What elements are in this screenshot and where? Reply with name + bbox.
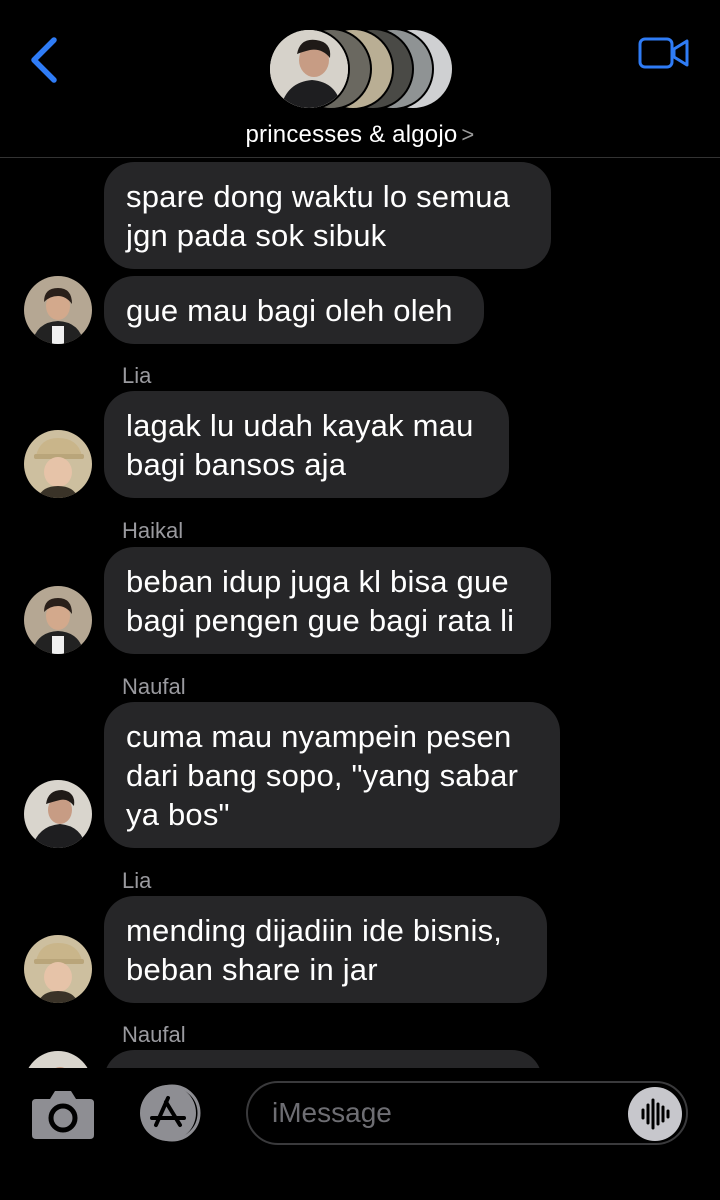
- message-thread[interactable]: spare dong waktu lo semua jgn pada sok s…: [0, 158, 720, 1068]
- message-text-line: bagi pengen gue bagi rata li: [126, 603, 515, 638]
- sender-avatar[interactable]: [24, 276, 92, 344]
- sender-avatar[interactable]: [24, 935, 92, 1003]
- message-text-line: beban share in jar: [126, 952, 378, 987]
- facetime-video-button[interactable]: [638, 36, 690, 70]
- message-text-line: bagi bansos aja: [126, 447, 347, 482]
- app-store-icon: [140, 1084, 201, 1142]
- sender-name: Lia: [122, 363, 152, 388]
- group-name-label: princesses & algojo: [245, 121, 458, 148]
- audio-message-button[interactable]: [628, 1087, 682, 1141]
- composer-bar: [0, 1068, 720, 1200]
- video-camera-icon: [638, 37, 689, 69]
- group-avatar-stack[interactable]: [268, 28, 458, 112]
- person-photo-icon: [24, 780, 92, 848]
- camera-icon: [32, 1091, 94, 1139]
- group-name-title[interactable]: princesses & algojo >: [0, 121, 720, 149]
- message-bubble[interactable]: beban idup juga kl bisa gue bagi pengen …: [104, 547, 551, 654]
- group-member-avatar: [268, 28, 350, 110]
- message-bubble[interactable]: gue mau bagi oleh oleh: [104, 276, 484, 344]
- sender-avatar[interactable]: [24, 430, 92, 498]
- message-text-line: lagak lu udah kayak mau: [126, 408, 474, 443]
- person-photo-icon: [24, 276, 92, 344]
- imessage-input[interactable]: [246, 1081, 688, 1145]
- message-text-line: gue mau bagi oleh oleh: [126, 293, 453, 328]
- person-photo-icon: [24, 1051, 92, 1068]
- message-text-line: mending dijadiin ide bisnis,: [126, 913, 503, 948]
- message-text-line: cuma mau nyampein pesen: [126, 719, 512, 754]
- message-text-line: jgn pada sok sibuk: [126, 218, 387, 253]
- chevron-right-icon: >: [461, 122, 475, 147]
- message-bubble[interactable]: mending dijadiin ide bisnis, beban share…: [104, 896, 547, 1003]
- back-chevron-icon: [31, 37, 57, 83]
- person-photo-icon: [24, 935, 92, 1003]
- sender-avatar[interactable]: [24, 780, 92, 848]
- person-photo-icon: [24, 430, 92, 498]
- message-text-line: beban idup juga kl bisa gue: [126, 564, 509, 599]
- app-store-button[interactable]: [135, 1084, 209, 1142]
- message-bubble[interactable]: lagak lu udah kayak mau bagi bansos aja: [104, 391, 509, 498]
- message-bubble[interactable]: cuma mau nyampein pesen dari bang sopo, …: [104, 702, 560, 848]
- sender-name: Haikal: [122, 518, 184, 543]
- sender-name: Naufal: [122, 674, 186, 699]
- sender-avatar[interactable]: [24, 1051, 92, 1068]
- message-text-line: dari bang sopo, "yang sabar: [126, 758, 519, 793]
- message-text-line: ya bos": [126, 797, 230, 832]
- message-bubble[interactable]: spare dong waktu lo semua jgn pada sok s…: [104, 162, 551, 269]
- sender-avatar[interactable]: [24, 586, 92, 654]
- sender-name: Lia: [122, 868, 152, 893]
- camera-button[interactable]: [30, 1085, 96, 1141]
- message-bubble[interactable]: [104, 1050, 542, 1068]
- audio-waveform-icon: [641, 1098, 670, 1130]
- conversation-header: princesses & algojo >: [0, 0, 720, 158]
- back-button[interactable]: [26, 34, 66, 86]
- message-text-line: spare dong waktu lo semua: [126, 179, 511, 214]
- sender-name: Naufal: [122, 1022, 186, 1047]
- person-photo-icon: [24, 586, 92, 654]
